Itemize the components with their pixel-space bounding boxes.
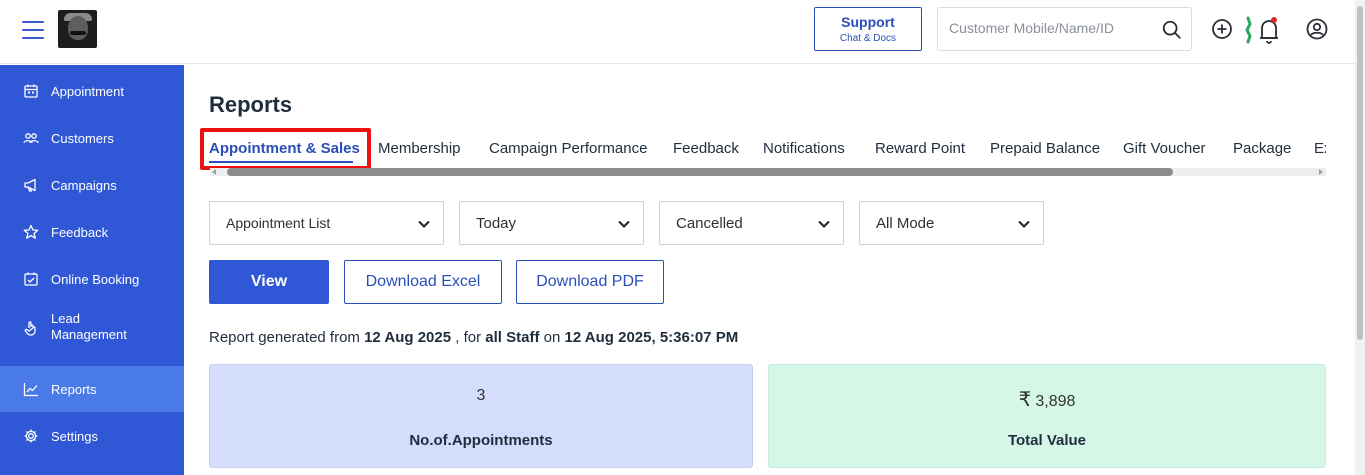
- scroll-right-arrow-icon[interactable]: [1319, 169, 1323, 175]
- chevron-down-icon: [618, 220, 630, 228]
- sidebar-item-appointment[interactable]: Appointment: [0, 68, 184, 114]
- appointments-count-value: 3: [476, 387, 486, 404]
- tab-overflow[interactable]: Ex: [1314, 140, 1326, 157]
- mode-value: All Mode: [876, 215, 935, 232]
- page-title: Reports: [209, 92, 293, 117]
- mode-select[interactable]: All Mode: [859, 201, 1044, 245]
- tab-gift-voucher[interactable]: Gift Voucher: [1123, 140, 1206, 157]
- sidebar-item-lead-management[interactable]: Lead Management: [0, 303, 184, 359]
- download-pdf-button[interactable]: Download PDF: [516, 260, 664, 304]
- period-value: Today: [476, 215, 517, 232]
- sidebar-item-label: Campaigns: [51, 178, 117, 193]
- sidebar-item-feedback[interactable]: Feedback: [0, 209, 184, 255]
- tab-package[interactable]: Package: [1233, 140, 1291, 157]
- sidebar-item-label: Reports: [51, 382, 97, 397]
- calendar-icon: [24, 84, 38, 98]
- sidebar-item-label: Feedback: [51, 225, 109, 240]
- chevron-down-icon: [418, 220, 430, 228]
- search-icon[interactable]: [1161, 19, 1183, 41]
- sidebar-item-campaigns[interactable]: Campaigns: [0, 162, 184, 208]
- chevron-down-icon: [1018, 220, 1030, 228]
- tabs-scrollbar[interactable]: [210, 166, 1326, 177]
- page-scrollbar-thumb[interactable]: [1357, 6, 1363, 340]
- megaphone-icon: [24, 178, 36, 192]
- report-generated-at: 12 Aug 2025, 5:36:07 PM: [564, 329, 739, 346]
- report-from-date: 12 Aug 2025: [364, 329, 452, 346]
- support-label: Support: [841, 14, 895, 30]
- status-value: Cancelled: [676, 215, 743, 232]
- business-logo[interactable]: [58, 10, 97, 48]
- sidebar: Appointment Customers Campaigns Feedback…: [0, 65, 184, 475]
- sidebar-item-customers[interactable]: Customers: [0, 115, 184, 161]
- report-type-value: Appointment List: [226, 215, 331, 231]
- total-value-card: ₹3,898 Total Value: [768, 364, 1326, 468]
- top-header: Support Chat & Docs: [0, 0, 1355, 64]
- customer-search-box: [937, 7, 1192, 51]
- report-summary-line: Report generated from 12 Aug 2025 , for …: [209, 329, 739, 346]
- total-value-amount: 3,898: [1035, 393, 1076, 410]
- appointments-count-label: No.of.Appointments: [409, 432, 553, 449]
- sidebar-item-label: Lead Management: [51, 311, 127, 342]
- total-value-label: Total Value: [1007, 432, 1087, 449]
- tab-campaign-performance[interactable]: Campaign Performance: [489, 140, 647, 157]
- appointments-count-card: 3 No.of.Appointments: [209, 364, 753, 468]
- sidebar-item-label: Customers: [51, 131, 114, 146]
- sidebar-item-reports[interactable]: Reports: [0, 366, 184, 412]
- users-icon: [23, 133, 39, 144]
- add-circle-icon[interactable]: [1210, 17, 1234, 41]
- sidebar-item-label: Online Booking: [51, 272, 140, 287]
- sidebar-item-settings[interactable]: Settings: [0, 413, 184, 459]
- star-icon: [23, 224, 39, 239]
- tab-reward-point[interactable]: Reward Point: [875, 140, 965, 157]
- tab-prepaid-balance[interactable]: Prepaid Balance: [990, 140, 1100, 157]
- active-tab-highlight-box: [200, 128, 371, 170]
- tab-membership[interactable]: Membership: [378, 140, 461, 157]
- tab-notifications[interactable]: Notifications: [763, 140, 845, 157]
- view-button[interactable]: View: [209, 260, 329, 304]
- page-scrollbar[interactable]: [1355, 0, 1365, 475]
- scroll-left-arrow-icon[interactable]: [212, 169, 216, 175]
- user-profile-icon[interactable]: [1305, 17, 1329, 41]
- status-select[interactable]: Cancelled: [659, 201, 844, 245]
- hand-icon: [24, 321, 36, 336]
- sidebar-item-label: Appointment: [51, 84, 124, 99]
- hamburger-menu-icon[interactable]: [22, 21, 44, 41]
- chart-icon: [23, 383, 38, 397]
- report-staff: all Staff: [485, 329, 540, 346]
- calendar-check-icon: [24, 272, 38, 286]
- sidebar-item-online-booking[interactable]: Online Booking: [0, 256, 184, 302]
- download-excel-button[interactable]: Download Excel: [344, 260, 502, 304]
- sidebar-item-label: Settings: [51, 429, 98, 444]
- gear-icon: [24, 429, 38, 443]
- chevron-down-icon: [818, 220, 830, 228]
- period-select[interactable]: Today: [459, 201, 644, 245]
- report-type-select[interactable]: Appointment List: [209, 201, 444, 245]
- notification-bell-icon[interactable]: [1244, 14, 1280, 46]
- rupee-icon: ₹: [1018, 389, 1032, 411]
- tabs-scrollbar-thumb[interactable]: [227, 168, 1173, 176]
- support-button[interactable]: Support Chat & Docs: [814, 7, 922, 51]
- support-sublabel: Chat & Docs: [839, 33, 897, 44]
- tab-feedback[interactable]: Feedback: [673, 140, 739, 157]
- customer-search-input[interactable]: [949, 20, 1149, 36]
